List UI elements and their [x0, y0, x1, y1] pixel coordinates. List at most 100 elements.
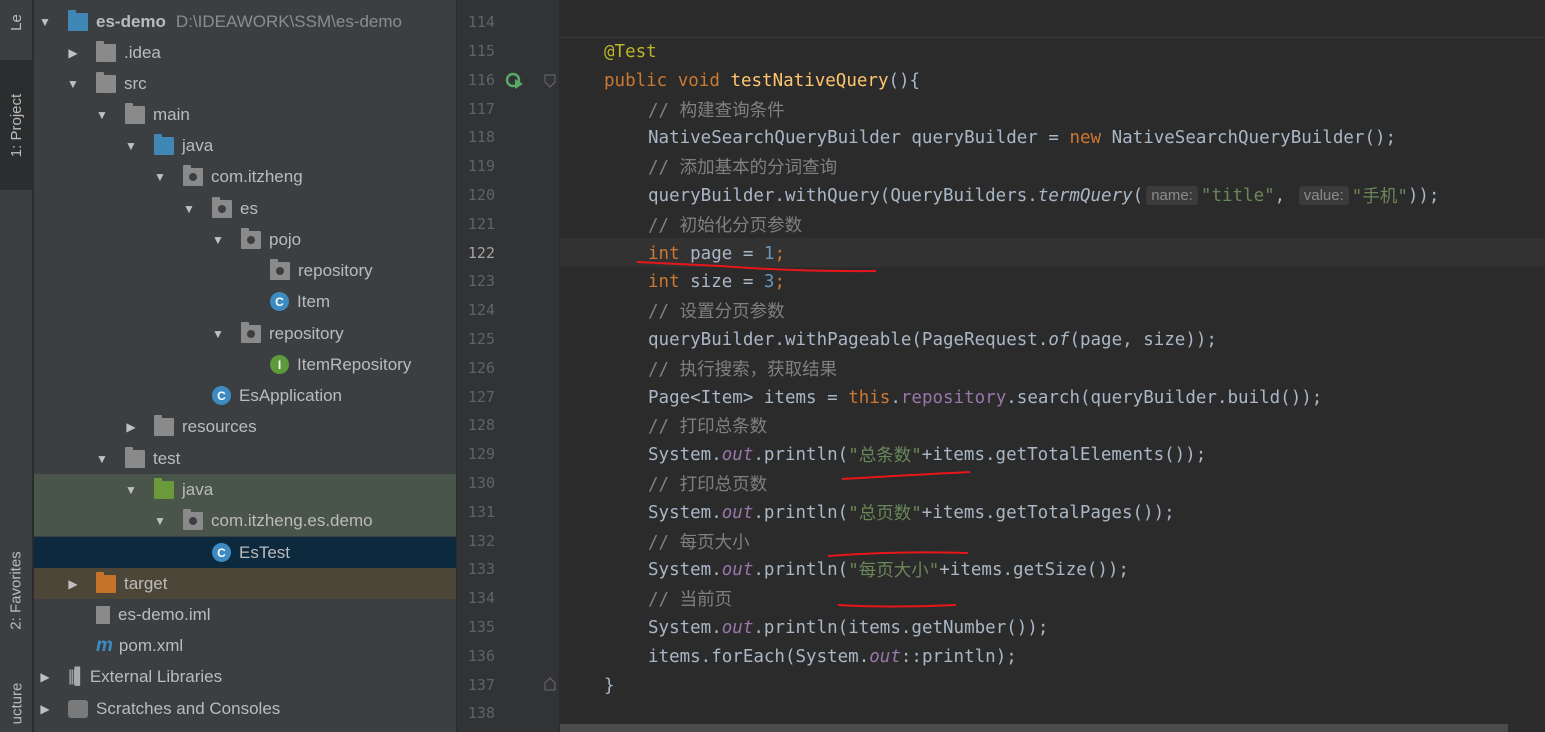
tree-item-pojo-repository[interactable]: repository [34, 255, 456, 286]
interface-icon: I [270, 355, 289, 374]
expanded-arrow-icon[interactable]: ▼ [182, 202, 196, 216]
spring-class-icon: C [212, 386, 231, 405]
line-number: 123 [467, 272, 495, 290]
tree-item-root[interactable]: ▼ es-demo D:\IDEAWORK\SSM\es-demo [34, 6, 456, 37]
folder-icon [96, 40, 116, 62]
line-number: 136 [467, 647, 495, 665]
horizontal-scrollbar[interactable] [560, 724, 1508, 732]
expanded-arrow-icon[interactable]: ▼ [124, 483, 138, 497]
tree-item-java-test[interactable]: ▼ java [34, 474, 456, 505]
line-number: 125 [467, 330, 495, 348]
code-editor[interactable]: @Test public void testNativeQuery(){ // … [560, 0, 1545, 732]
underline-page-annotation [636, 261, 877, 273]
excluded-folder-icon [96, 571, 116, 593]
iml-file-icon [96, 605, 110, 624]
collapsed-arrow-icon[interactable]: ▶ [66, 577, 80, 591]
expanded-arrow-icon[interactable]: ▼ [153, 514, 167, 528]
red-annotations [636, 261, 971, 608]
tree-item-idea[interactable]: ▶ .idea [34, 37, 456, 68]
line-number: 120 [467, 186, 495, 204]
collapsed-arrow-icon[interactable]: ▶ [38, 702, 52, 716]
folder-icon [125, 102, 145, 124]
expanded-arrow-icon[interactable]: ▼ [66, 77, 80, 91]
tree-item-estest[interactable]: C EsTest [34, 537, 456, 568]
line-number: 126 [467, 359, 495, 377]
line-number: 133 [467, 560, 495, 578]
line-number: 118 [467, 128, 495, 146]
project-tree: ▼ es-demo D:\IDEAWORK\SSM\es-demo ▶ .idea ▼… [34, 0, 456, 732]
line-number: 137 [467, 676, 495, 694]
line-number: 129 [467, 445, 495, 463]
line-number: 132 [467, 532, 495, 550]
expanded-arrow-icon[interactable]: ▼ [95, 452, 109, 466]
tree-item-esapplication[interactable]: C EsApplication [34, 380, 456, 411]
test-class-icon: C [212, 543, 231, 562]
line-number: 121 [467, 215, 495, 233]
tree-item-main[interactable]: ▼ main [34, 99, 456, 130]
line-number: 135 [467, 618, 495, 636]
libraries-icon: |||▌ [68, 667, 86, 685]
tree-item-repository[interactable]: ▼ repository [34, 318, 456, 349]
overline-size-annotation [827, 551, 969, 557]
package-icon [212, 196, 232, 218]
expanded-arrow-icon[interactable]: ▼ [124, 139, 138, 153]
tree-item-es[interactable]: ▼ es [34, 193, 456, 224]
package-icon [241, 321, 261, 343]
line-number: 130 [467, 474, 495, 492]
line-number: 128 [467, 416, 495, 434]
module-folder-icon [68, 9, 88, 31]
tree-item-iml[interactable]: es-demo.iml [34, 599, 456, 630]
tree-item-resources[interactable]: ▶ resources [34, 411, 456, 442]
line-number: 131 [467, 503, 495, 521]
tool-tab-structure[interactable]: ucture [0, 675, 33, 732]
folder-icon [125, 446, 145, 468]
collapsed-arrow-icon[interactable]: ▶ [124, 420, 138, 434]
line-number: 124 [467, 301, 495, 319]
underline-current-annotation [837, 604, 957, 608]
tree-item-scratches[interactable]: ▶ Scratches and Consoles [34, 693, 456, 724]
underline-total-annotation [841, 471, 971, 480]
source-folder-icon [154, 133, 174, 155]
package-icon [183, 508, 203, 530]
tree-item-java-main[interactable]: ▼ java [34, 130, 456, 161]
tree-item-test[interactable]: ▼ test [34, 443, 456, 474]
line-number: 114 [467, 13, 495, 31]
expanded-arrow-icon[interactable]: ▼ [38, 15, 52, 29]
line-number-current: 122 [467, 244, 495, 262]
collapsed-arrow-icon[interactable]: ▶ [38, 670, 52, 684]
expanded-arrow-icon[interactable]: ▼ [95, 108, 109, 122]
package-icon [183, 164, 203, 186]
tree-item-external-libraries[interactable]: ▶ |||▌ External Libraries [34, 661, 456, 692]
tool-tab-learn[interactable]: Le [0, 0, 33, 45]
tool-tab-project[interactable]: 1: Project [0, 60, 33, 190]
tree-item-pojo[interactable]: ▼ pojo [34, 224, 456, 255]
folder-icon [96, 71, 116, 93]
package-icon [270, 258, 290, 280]
maven-icon: m [96, 634, 113, 656]
expanded-arrow-icon[interactable]: ▼ [211, 233, 225, 247]
run-test-icon[interactable] [505, 71, 525, 91]
tree-item-com-itzheng[interactable]: ▼ com.itzheng [34, 161, 456, 192]
tool-window-bar: Le 1: Project 2: Favorites ucture [0, 0, 33, 732]
package-icon [241, 227, 261, 249]
expanded-arrow-icon[interactable]: ▼ [153, 170, 167, 184]
tree-item-target[interactable]: ▶ target [34, 568, 456, 599]
resources-folder-icon [154, 414, 174, 436]
line-number: 115 [467, 42, 495, 60]
line-number: 116 [467, 71, 495, 89]
expanded-arrow-icon[interactable]: ▼ [211, 327, 225, 341]
line-number: 138 [467, 704, 495, 722]
tree-item-item[interactable]: C Item [34, 286, 456, 317]
fold-end-icon[interactable] [544, 677, 556, 691]
tree-item-src[interactable]: ▼ src [34, 68, 456, 99]
line-number: 127 [467, 388, 495, 406]
tree-item-com-itzheng-es-demo[interactable]: ▼ com.itzheng.es.demo [34, 505, 456, 536]
fold-icon[interactable] [544, 74, 556, 88]
collapsed-arrow-icon[interactable]: ▶ [66, 46, 80, 60]
tool-tab-favorites[interactable]: 2: Favorites [0, 525, 33, 655]
tree-item-itemrepository[interactable]: I ItemRepository [34, 349, 456, 380]
test-folder-icon [154, 477, 174, 499]
line-number: 119 [467, 157, 495, 175]
scratches-icon [68, 699, 88, 718]
tree-item-pom[interactable]: m pom.xml [34, 630, 456, 661]
